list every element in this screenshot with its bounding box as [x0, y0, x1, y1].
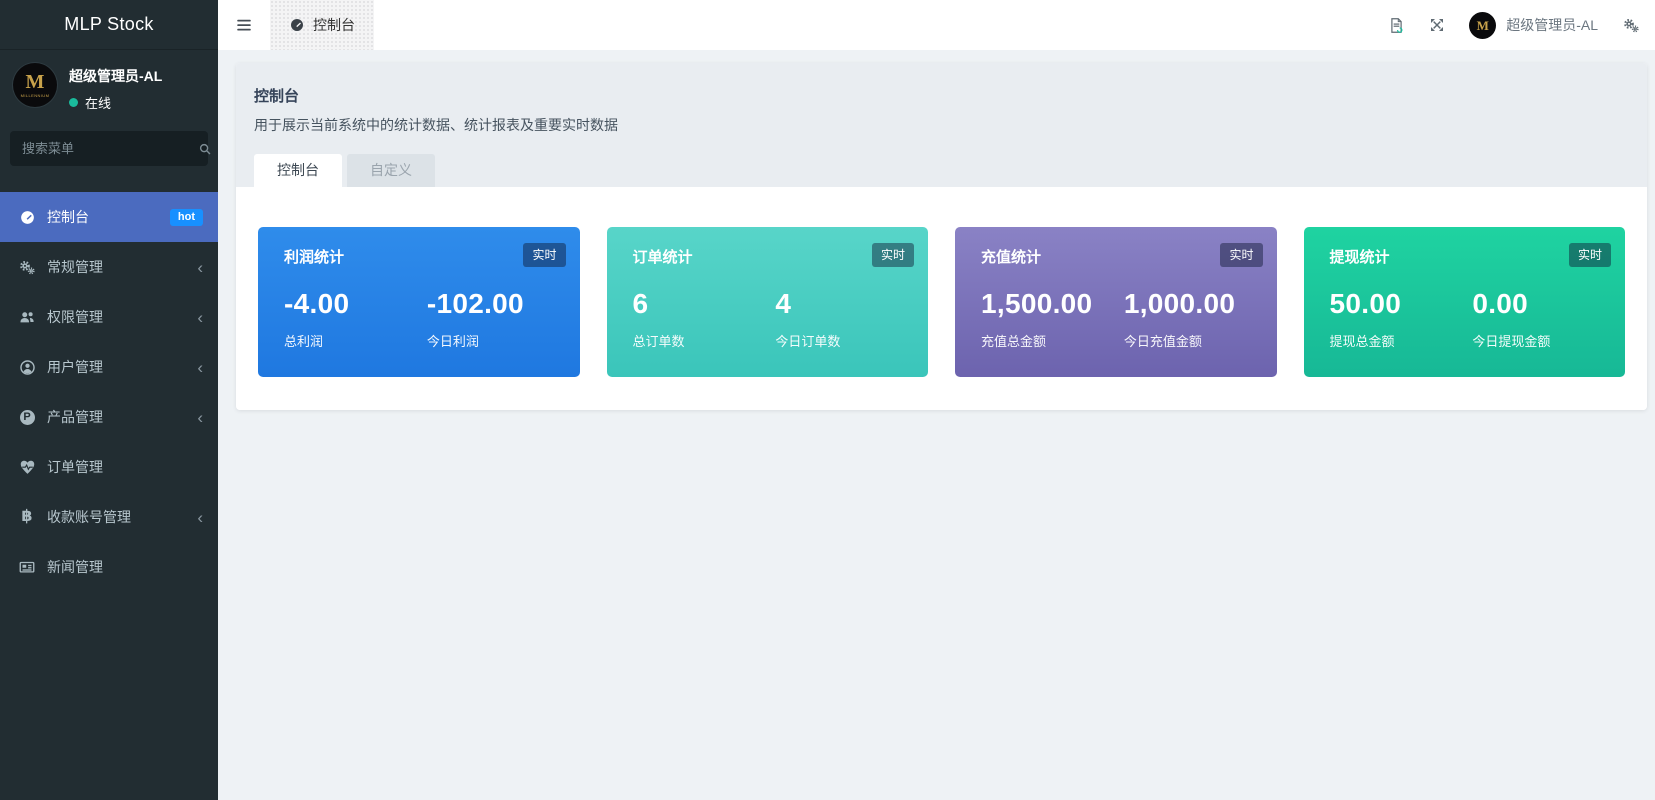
stat-value: 6: [632, 288, 649, 319]
chevron-left-icon: ‹: [197, 257, 203, 277]
avatar: M MILLENNIUM: [13, 63, 57, 107]
user-circle-icon: [15, 359, 39, 376]
stat-value: 1,500.00: [981, 288, 1093, 319]
sidebar-item-label: 常规管理: [47, 259, 103, 275]
stat-value: 0.00: [1472, 288, 1529, 319]
sidebar-menu: 控制台 hot 常规管理 ‹ 权限管理 ‹ 用户管理 ‹ P 产品管理 ‹ 订单…: [0, 192, 218, 592]
sidebar-item-label: 产品管理: [47, 409, 103, 425]
avatar-letter: M: [1476, 17, 1489, 33]
card-title: 提现统计: [1329, 249, 1390, 266]
stat-card-orders: 订单统计 实时 6 总订单数 4 今日订单数: [606, 227, 928, 377]
sidebar-item-label: 新闻管理: [47, 559, 103, 575]
stat-label: 今日利润: [426, 334, 479, 349]
tab-dashboard[interactable]: 控制台: [254, 154, 342, 187]
avatar: M: [1469, 11, 1497, 39]
realtime-badge: 实时: [523, 243, 566, 267]
product-icon: P: [15, 409, 39, 425]
bitcoin-icon: ฿: [21, 508, 33, 525]
stat-card-profit: 利润统计 实时 -4.00 总利润 -102.00 今日利润: [258, 227, 580, 377]
stat-value: 4: [775, 288, 792, 319]
stat-label: 总利润: [284, 334, 324, 349]
card-title: 充值统计: [981, 249, 1042, 266]
clear-cache-icon[interactable]: [1388, 17, 1405, 34]
stat-label: 今日充值金额: [1123, 334, 1202, 349]
realtime-badge: 实时: [871, 243, 914, 267]
sidebar-item-orders[interactable]: 订单管理: [0, 442, 218, 492]
panel-body: 利润统计 实时 -4.00 总利润 -102.00 今日利润 订单统计 实时 6…: [236, 187, 1647, 410]
topbar: 控制台 M 超级管理员-AL: [218, 0, 1655, 50]
chevron-left-icon: ‹: [197, 307, 203, 327]
sidebar-item-products[interactable]: P 产品管理 ‹: [0, 392, 218, 442]
realtime-badge: 实时: [1568, 243, 1611, 267]
page-description: 用于展示当前系统中的统计数据、统计报表及重要实时数据: [254, 117, 618, 133]
stat-card-withdraw: 提现统计 实时 50.00 提现总金额 0.00 今日提现金额: [1303, 227, 1625, 377]
sidebar-item-label: 权限管理: [47, 309, 103, 325]
stat-label: 今日提现金额: [1472, 334, 1551, 349]
chevron-left-icon: ‹: [197, 357, 203, 377]
sidebar-item-permissions[interactable]: 权限管理 ‹: [0, 292, 218, 342]
hot-badge: hot: [169, 208, 203, 226]
user-name: 超级管理员-AL: [69, 68, 163, 84]
panel-tabs: 控制台 自定义: [254, 154, 1629, 187]
sidebar-item-label: 收款账号管理: [47, 509, 131, 525]
user-status: 在线: [69, 93, 162, 112]
settings-gears-icon[interactable]: [1622, 16, 1640, 34]
menu-search: [10, 131, 211, 166]
dashboard-panel: 控制台 用于展示当前系统中的统计数据、统计报表及重要实时数据 控制台 自定义 利…: [236, 63, 1647, 410]
sidebar: MLP Stock M MILLENNIUM 超级管理员-AL 在线 搜索菜单 …: [0, 0, 218, 800]
topbar-tab-dashboard[interactable]: 控制台: [270, 0, 374, 50]
sidebar-item-payment-accounts[interactable]: ฿ 收款账号管理 ‹: [0, 492, 218, 542]
app-title[interactable]: MLP Stock: [0, 0, 218, 50]
fullscreen-icon[interactable]: [1429, 17, 1445, 33]
dashboard-icon: [15, 209, 39, 226]
search-icon[interactable]: [198, 142, 212, 156]
topbar-user-menu[interactable]: M 超级管理员-AL: [1469, 11, 1598, 39]
sidebar-item-label: 控制台: [47, 209, 89, 225]
online-status-label: 在线: [85, 96, 112, 111]
heartbeat-icon: [15, 459, 39, 476]
user-panel: M MILLENNIUM 超级管理员-AL 在线: [0, 50, 218, 120]
stat-cards: 利润统计 实时 -4.00 总利润 -102.00 今日利润 订单统计 实时 6…: [258, 227, 1625, 377]
card-title: 利润统计: [284, 249, 345, 266]
stat-label: 充值总金额: [981, 334, 1047, 349]
sidebar-item-general[interactable]: 常规管理 ‹: [0, 242, 218, 292]
stat-label: 今日订单数: [775, 334, 841, 349]
topbar-user-name: 超级管理员-AL: [1506, 17, 1598, 33]
tab-custom[interactable]: 自定义: [347, 154, 435, 187]
search-input[interactable]: [22, 141, 198, 156]
chevron-left-icon: ‹: [197, 507, 203, 527]
avatar-subtext: MILLENNIUM: [20, 93, 50, 98]
main-content: 控制台 用于展示当前系统中的统计数据、统计报表及重要实时数据 控制台 自定义 利…: [218, 50, 1655, 800]
users-icon: [15, 308, 39, 326]
realtime-badge: 实时: [1220, 243, 1263, 267]
stat-label: 提现总金额: [1329, 334, 1395, 349]
sidebar-item-users[interactable]: 用户管理 ‹: [0, 342, 218, 392]
newspaper-icon: [15, 558, 39, 576]
page-title: 控制台: [254, 88, 300, 105]
stat-label: 总订单数: [632, 334, 685, 349]
dashboard-icon: [289, 17, 305, 33]
stat-value: 1,000.00: [1123, 288, 1236, 319]
cogs-icon: [15, 258, 39, 276]
stat-card-recharge: 充值统计 实时 1,500.00 充值总金额 1,000.00 今日充值金额: [955, 227, 1277, 377]
menu-toggle-button[interactable]: [218, 0, 270, 50]
card-title: 订单统计: [632, 249, 693, 266]
topbar-tab-label: 控制台: [313, 17, 355, 33]
sidebar-item-label: 订单管理: [47, 459, 103, 475]
avatar-letter: M: [25, 71, 45, 93]
stat-value: -102.00: [426, 288, 524, 319]
stat-value: 50.00: [1329, 288, 1402, 319]
sidebar-item-news[interactable]: 新闻管理: [0, 542, 218, 592]
sidebar-item-label: 用户管理: [47, 359, 103, 375]
online-status-dot: [69, 98, 78, 107]
stat-value: -4.00: [284, 288, 350, 319]
chevron-left-icon: ‹: [197, 407, 203, 427]
sidebar-item-dashboard[interactable]: 控制台 hot: [0, 192, 218, 242]
topbar-actions: M 超级管理员-AL: [1388, 11, 1655, 39]
panel-heading: 控制台 用于展示当前系统中的统计数据、统计报表及重要实时数据 控制台 自定义: [236, 63, 1647, 187]
